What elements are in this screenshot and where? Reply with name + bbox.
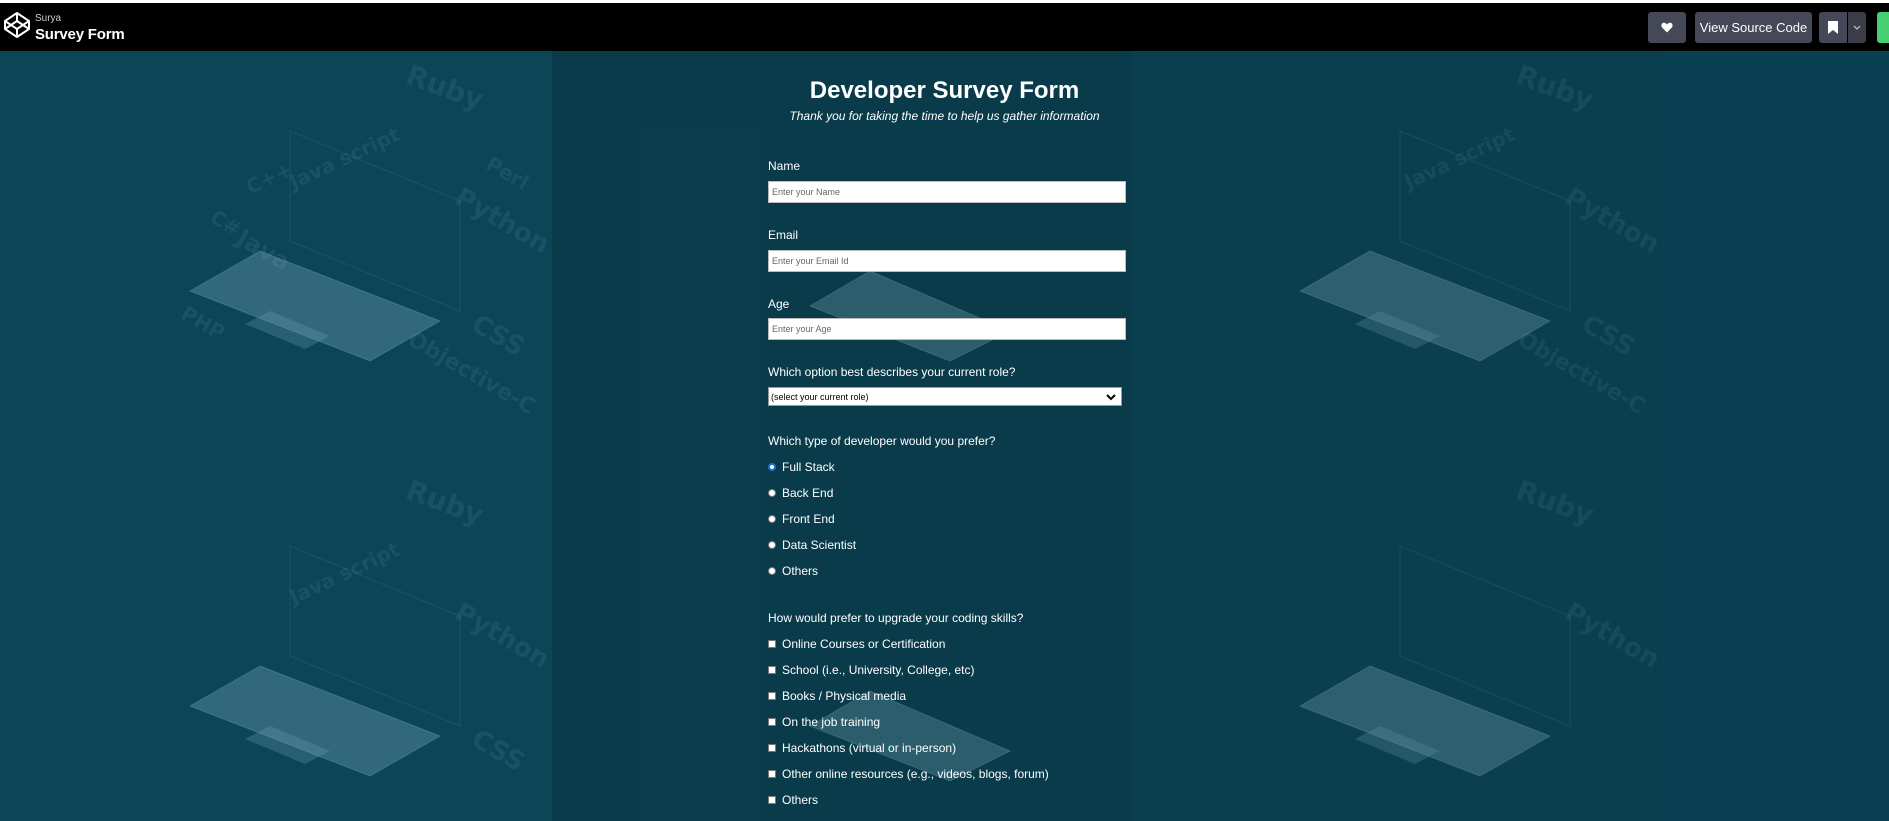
radio-option[interactable]: Data Scientist: [768, 538, 856, 552]
radio-button-checked[interactable]: [768, 463, 776, 471]
radio-label: Others: [782, 564, 819, 578]
name-label: Name: [768, 159, 801, 173]
topbar: Surya Survey Form View Source Code: [0, 3, 1889, 51]
checkbox[interactable]: [768, 692, 776, 700]
chevron-down-icon: [1106, 394, 1116, 401]
role-label: Which option best describes your current…: [768, 365, 1016, 379]
love-button[interactable]: [1648, 12, 1686, 43]
checkbox[interactable]: [768, 666, 776, 674]
radio-button[interactable]: [768, 515, 776, 523]
checkbox-label: Online Courses or Certification: [782, 637, 946, 651]
run-button-edge[interactable]: [1877, 12, 1889, 43]
checkbox-label: On the job training: [782, 715, 881, 729]
radio-label: Front End: [782, 512, 835, 526]
chevron-down-icon: [1853, 25, 1861, 30]
radio-label: Data Scientist: [782, 538, 857, 552]
checkbox-label: Others: [782, 793, 819, 807]
checkbox-label: Books / Physical media: [782, 689, 907, 703]
radio-button[interactable]: [768, 489, 776, 497]
name-input[interactable]: [768, 181, 1126, 203]
author-name[interactable]: Surya: [35, 13, 61, 24]
checkbox-option[interactable]: Other online resources (e.g., videos, bl…: [768, 767, 1049, 781]
checkbox[interactable]: [768, 796, 776, 804]
email-input[interactable]: [768, 250, 1126, 272]
codepen-logo-icon[interactable]: [3, 11, 31, 39]
developer-type-label: Which type of developer would you prefer…: [768, 434, 996, 448]
radio-button[interactable]: [768, 541, 776, 549]
age-label: Age: [768, 297, 790, 311]
checkbox-label: Hackathons (virtual or in-person): [782, 741, 957, 755]
checkbox[interactable]: [768, 770, 776, 778]
role-dropdown[interactable]: (select your current role): [768, 387, 1122, 406]
radio-option[interactable]: Back End: [768, 486, 833, 500]
checkbox[interactable]: [768, 718, 776, 726]
checkbox[interactable]: [768, 744, 776, 752]
radio-button[interactable]: [768, 567, 776, 575]
checkbox-option[interactable]: On the job training: [768, 715, 880, 729]
center-panel: [552, 51, 1662, 821]
page-title: Developer Survey Form: [809, 77, 1080, 104]
radio-label: Back End: [782, 486, 834, 500]
checkbox-option[interactable]: Others: [768, 793, 818, 807]
checkbox-option[interactable]: Hackathons (virtual or in-person): [768, 741, 956, 755]
heart-icon: [1661, 22, 1673, 33]
radio-option[interactable]: Full Stack: [768, 460, 835, 474]
role-selected-value: (select your current role): [771, 391, 869, 402]
bookmark-icon: [1828, 21, 1838, 34]
bookmark-dropdown-button[interactable]: [1848, 12, 1866, 43]
radio-option[interactable]: Front End: [768, 512, 835, 526]
upgrade-label: How would prefer to upgrade your coding …: [768, 611, 1024, 625]
checkbox-label: Other online resources (e.g., videos, bl…: [782, 767, 1049, 781]
radio-label: Full Stack: [782, 460, 835, 474]
age-input[interactable]: [768, 318, 1126, 340]
checkbox-option[interactable]: Books / Physical media: [768, 689, 906, 703]
checkbox[interactable]: [768, 640, 776, 648]
checkbox-label: School (i.e., University, College, etc): [782, 663, 975, 677]
pen-title: Survey Form: [35, 26, 125, 43]
checkbox-option[interactable]: Online Courses or Certification: [768, 637, 945, 651]
email-label: Email: [768, 228, 799, 242]
view-source-button[interactable]: View Source Code: [1695, 12, 1812, 43]
checkbox-option[interactable]: School (i.e., University, College, etc): [768, 663, 975, 677]
radio-option[interactable]: Others: [768, 564, 818, 578]
page-description: Thank you for taking the time to help us…: [789, 109, 1100, 123]
bookmark-button[interactable]: [1819, 12, 1847, 43]
